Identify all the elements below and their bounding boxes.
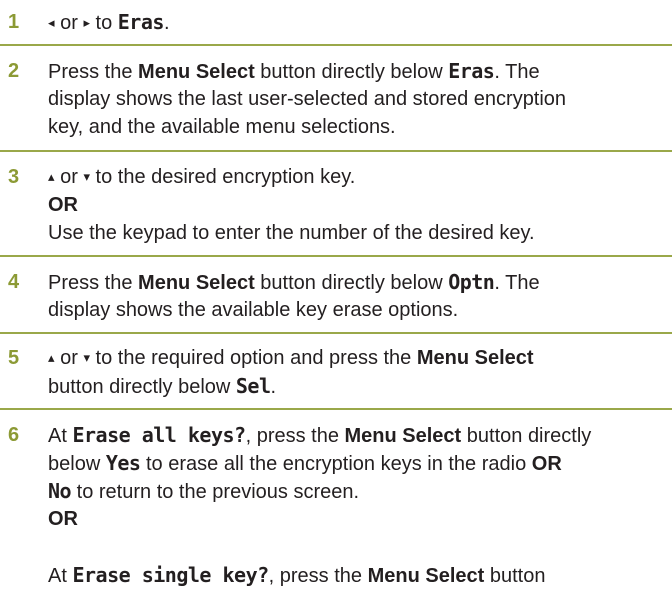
ui-term: Menu Select xyxy=(344,425,462,447)
right-arrow-icon: ▸ xyxy=(83,15,90,30)
ui-term: Menu Select xyxy=(138,272,255,294)
step-divider xyxy=(0,44,672,46)
text-run: Press the xyxy=(48,61,139,83)
up-arrow-icon: ▴ xyxy=(48,350,55,365)
text-run: Press the xyxy=(48,272,139,294)
step-divider xyxy=(0,332,672,334)
text-run: display shows the last user-selected and… xyxy=(48,88,567,110)
step-divider xyxy=(0,255,672,257)
text-run: , press the xyxy=(245,425,345,447)
left-arrow-icon: ◂ xyxy=(48,15,55,30)
text-run: , press the xyxy=(268,565,368,587)
text-line: Use the keypad to enter the number of th… xyxy=(48,219,668,247)
display-text: Sel xyxy=(235,374,271,398)
text-run: button directly xyxy=(461,425,592,447)
step-text: ▴ or ▾ to the required option and press … xyxy=(48,344,668,400)
text-run: At xyxy=(48,425,73,447)
step-divider xyxy=(0,408,672,410)
step-number: 3 xyxy=(8,166,20,188)
text-run: to xyxy=(89,12,118,34)
text-run: to erase all the encryption keys in the … xyxy=(140,453,532,475)
text-run: or xyxy=(54,166,84,188)
display-text: Optn xyxy=(448,270,495,294)
text-run: button directly below xyxy=(254,272,449,294)
text-run: . xyxy=(163,12,170,34)
or-label: OR xyxy=(48,194,78,216)
text-run: Use the keypad to enter the number of th… xyxy=(48,222,535,244)
display-text: Yes xyxy=(105,451,141,475)
step-number: 1 xyxy=(8,11,20,33)
text-line: button directly below Sel. xyxy=(48,372,668,400)
step-number: 6 xyxy=(8,424,20,446)
step-divider xyxy=(0,150,672,152)
display-text: Eras xyxy=(448,59,495,83)
display-text: Eras xyxy=(117,10,165,34)
text-line: ▴ or ▾ to the required option and press … xyxy=(48,344,668,372)
text-run: display shows the available key erase op… xyxy=(48,299,459,321)
or-label: OR xyxy=(531,453,562,475)
text-run: key, and the available menu selections. xyxy=(48,116,396,138)
text-line: below Yes to erase all the encryption ke… xyxy=(48,449,668,477)
step-text: At Erase all keys?, press the Menu Selec… xyxy=(48,421,668,589)
text-line: No to return to the previous screen. xyxy=(48,477,668,505)
text-run: to the required option and press the xyxy=(89,347,417,369)
text-run: button xyxy=(484,565,546,587)
text-run: . xyxy=(270,376,277,398)
display-text: Erase all keys? xyxy=(72,423,246,447)
text-line: ◂ or ▸ to Eras. xyxy=(48,8,668,36)
text-line: display shows the last user-selected and… xyxy=(48,85,668,113)
up-arrow-icon: ▴ xyxy=(48,169,55,184)
text-line: ▴ or ▾ to the desired encryption key. xyxy=(48,163,668,191)
text-line: At Erase single key?, press the Menu Sel… xyxy=(48,561,668,589)
display-text: No xyxy=(48,479,72,503)
step-2: 2 Press the Menu Select button directly … xyxy=(0,57,672,147)
step-number: 2 xyxy=(8,60,20,82)
text-line: key, and the available menu selections. xyxy=(48,113,668,141)
step-text: ▴ or ▾ to the desired encryption key. OR U… xyxy=(48,163,668,247)
step-3: 3 ▴ or ▾ to the desired encryption key. O… xyxy=(0,163,672,253)
step-text: ◂ or ▸ to Eras. xyxy=(48,8,668,36)
step-number: 4 xyxy=(8,271,20,293)
text-run: . The xyxy=(494,61,540,83)
text-run: to return to the previous screen. xyxy=(71,481,360,503)
text-line: Press the Menu Select button directly be… xyxy=(48,268,668,296)
text-run: to the desired encryption key. xyxy=(89,166,356,188)
text-line: At Erase all keys?, press the Menu Selec… xyxy=(48,421,668,449)
down-arrow-icon: ▾ xyxy=(83,169,90,184)
down-arrow-icon: ▾ xyxy=(83,350,90,365)
text-run: below xyxy=(48,453,106,475)
display-text: Erase single key? xyxy=(72,563,269,587)
text-line: OR xyxy=(48,191,668,219)
text-run: . The xyxy=(494,272,540,294)
text-run: button directly below xyxy=(48,376,236,398)
step-1: 1 ◂ or ▸ to Eras. xyxy=(0,8,672,42)
text-run: or xyxy=(54,12,84,34)
text-line: display shows the available key erase op… xyxy=(48,296,668,324)
text-run: button directly below xyxy=(254,61,449,83)
step-text: Press the Menu Select button directly be… xyxy=(48,57,668,141)
text-run: or xyxy=(54,347,84,369)
text-line: OR xyxy=(48,505,668,533)
step-4: 4 Press the Menu Select button directly … xyxy=(0,268,672,328)
ui-term: Menu Select xyxy=(367,565,485,587)
step-5: 5 ▴ or ▾ to the required option and pres… xyxy=(0,344,672,404)
text-line: Press the Menu Select button directly be… xyxy=(48,57,668,85)
step-number: 5 xyxy=(8,347,20,369)
step-text: Press the Menu Select button directly be… xyxy=(48,268,668,324)
ui-term: Menu Select xyxy=(138,61,255,83)
ui-term: Menu Select xyxy=(416,347,534,369)
or-label: OR xyxy=(48,508,78,530)
step-6: 6 At Erase all keys?, press the Menu Sel… xyxy=(0,421,672,588)
text-run: At xyxy=(48,565,73,587)
text-line xyxy=(48,533,668,561)
